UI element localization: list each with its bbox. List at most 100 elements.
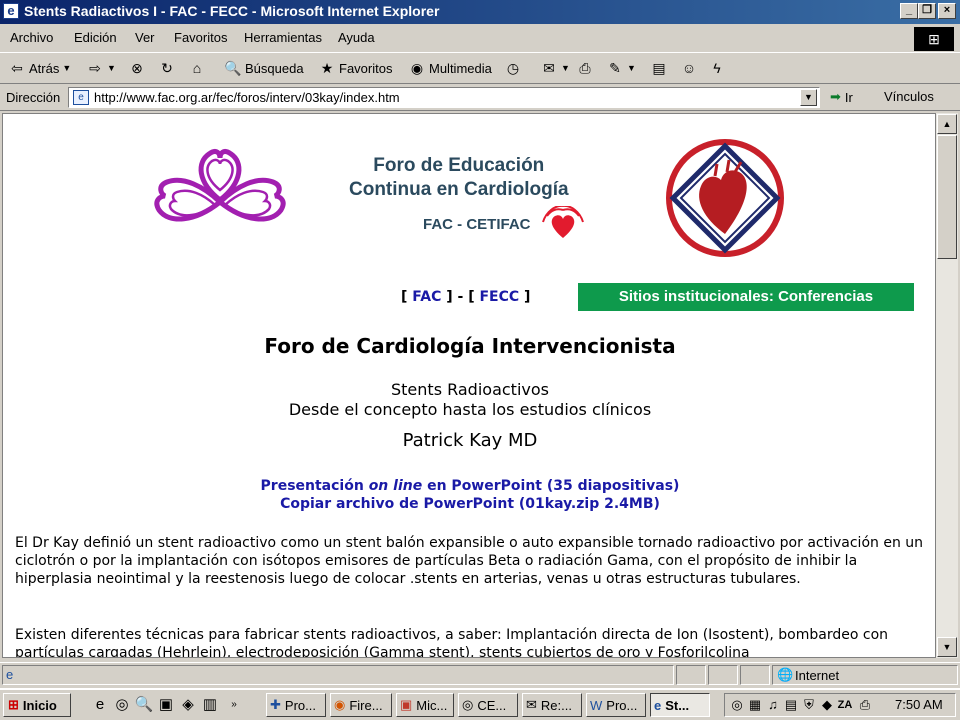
back-label: Atrás — [29, 60, 60, 76]
multimedia-icon: ◉ — [410, 60, 424, 76]
address-dropdown-button[interactable]: ▼ — [800, 89, 817, 106]
links-button[interactable]: Vínculos — [884, 89, 934, 104]
go-button[interactable]: ➡ Ir — [830, 89, 853, 105]
scroll-down-button[interactable]: ▼ — [937, 637, 957, 657]
start-button[interactable]: ⊞ Inicio — [3, 693, 71, 717]
institutional-sites-button[interactable]: Sitios institucionales: Conferencias — [578, 283, 914, 311]
task-button-3[interactable]: ▣ Mic... — [396, 693, 454, 717]
task-label-2: Fire... — [349, 697, 383, 713]
forum-line-1: Foro de Educación — [373, 155, 545, 176]
favorites-button[interactable]: ★ Favoritos — [318, 59, 393, 77]
window-titlebar[interactable]: e Stents Radiactivos I - FAC - FECC - Mi… — [0, 0, 960, 24]
search-quicklaunch-icon[interactable]: 🔍 — [134, 695, 154, 715]
task-button-5[interactable]: ✉ Re:... — [522, 693, 582, 717]
edit-button[interactable]: ✎ ▼ — [606, 59, 636, 77]
menu-ayuda[interactable]: Ayuda — [338, 30, 375, 45]
task-label-5: Re:... — [540, 697, 572, 713]
back-button[interactable]: ⇦ Atrás ▼ — [8, 59, 71, 77]
search-icon: 🔍 — [224, 60, 242, 76]
menu-favoritos[interactable]: Favoritos — [174, 30, 227, 45]
forward-button[interactable]: ⇨ ▼ — [86, 59, 116, 77]
go-arrow-icon: ➡ — [830, 89, 841, 104]
favorites-label: Favoritos — [339, 60, 393, 76]
antivirus-tray-icon[interactable]: ◆ — [819, 696, 835, 714]
address-label: Dirección — [6, 90, 61, 105]
ie-status-icon: e — [6, 667, 14, 682]
status-text-cell: e — [2, 665, 674, 685]
menu-ver[interactable]: Ver — [135, 30, 155, 45]
mail-button[interactable]: ✉ ▼ — [540, 59, 570, 77]
dropdown-arrow-icon: ▼ — [62, 63, 72, 73]
forum-title: Foro de Educación Continua en Cardiologí… — [349, 154, 569, 202]
task-button-1[interactable]: ✚ Pro... — [266, 693, 326, 717]
address-url: http://www.fac.org.ar/fec/foros/interv/0… — [94, 90, 400, 105]
minimize-button[interactable]: _ — [900, 3, 918, 19]
fac-link[interactable]: FAC — [412, 289, 441, 305]
outlook-quicklaunch-icon[interactable]: ◎ — [112, 695, 132, 715]
network-tray-icon[interactable]: ▦ — [747, 696, 763, 714]
dropdown-arrow-icon: ▼ — [627, 63, 636, 73]
bracket-separator: ] - [ — [446, 289, 475, 305]
history-button[interactable]: ◷ — [504, 59, 522, 77]
history-icon: ◷ — [506, 60, 520, 76]
close-button[interactable]: × — [938, 3, 956, 19]
printer-tray-icon[interactable]: ⎙ — [857, 696, 873, 714]
menu-bar: Archivo Edición Ver Favoritos Herramient… — [0, 26, 960, 50]
status-cell-progress — [676, 665, 706, 685]
task-button-6[interactable]: W Pro... — [586, 693, 646, 717]
task-label-6: Pro... — [606, 697, 638, 713]
address-input[interactable]: e http://www.fac.org.ar/fec/foros/interv… — [68, 87, 820, 108]
related-button[interactable]: ϟ — [708, 59, 726, 77]
windows-logo-icon: ⊞ — [914, 27, 954, 51]
globe-icon: 🌐 — [777, 667, 794, 682]
multimedia-button[interactable]: ◉ Multimedia — [408, 59, 492, 77]
home-button[interactable]: ⌂ — [188, 59, 206, 77]
subtitle-1: Stents Radioactivos — [391, 380, 549, 399]
search-button[interactable]: 🔍 Búsqueda — [224, 59, 304, 77]
task-button-2[interactable]: ◉ Fire... — [330, 693, 392, 717]
search-label: Búsqueda — [245, 60, 304, 76]
status-cell-blank — [740, 665, 770, 685]
volume-tray-icon[interactable]: ♫ — [765, 696, 781, 714]
desktop-quicklaunch-icon[interactable]: ▣ — [156, 695, 176, 715]
menu-archivo[interactable]: Archivo — [10, 30, 53, 45]
discuss-button[interactable]: ▤ — [650, 59, 668, 77]
app-tray-icon[interactable]: ▤ — [783, 696, 799, 714]
print-button[interactable]: ⎙ — [576, 59, 594, 77]
app-quicklaunch-icon[interactable]: ◈ — [178, 695, 198, 715]
more-quicklaunch-icon[interactable]: » — [224, 695, 244, 715]
scroll-thumb[interactable] — [937, 135, 957, 259]
heart-signal-icon — [542, 206, 584, 238]
ie-task-icon: e — [654, 697, 662, 713]
shield-tray-icon[interactable]: ⛨ — [801, 696, 817, 714]
task-button-4[interactable]: ◎ CE... — [458, 693, 518, 717]
messenger-icon: ☺ — [681, 60, 697, 76]
fecc-link[interactable]: FECC — [479, 289, 519, 305]
address-bar: Dirección e http://www.fac.org.ar/fec/fo… — [0, 85, 960, 111]
task-label-1: Pro... — [284, 697, 316, 713]
task-button-active[interactable]: e St... — [650, 693, 710, 717]
mail-message-icon: ✉ — [526, 697, 537, 712]
scroll-up-button[interactable]: ▲ — [937, 114, 957, 134]
maximize-button[interactable]: ❐ — [918, 3, 936, 19]
copy-powerpoint-link[interactable]: Copiar archivo de PowerPoint (01kay.zip … — [3, 496, 935, 512]
go-label: Ir — [844, 89, 853, 105]
dropdown-arrow-icon: ▼ — [107, 63, 116, 73]
app2-quicklaunch-icon[interactable]: ▥ — [200, 695, 220, 715]
menu-herramientas[interactable]: Herramientas — [244, 30, 322, 45]
mail-icon: ✉ — [543, 60, 555, 76]
messenger-button[interactable]: ☺ — [680, 59, 698, 77]
ie-quicklaunch-icon[interactable]: e — [90, 695, 110, 715]
zonealarm-tray-icon[interactable]: ZA — [837, 696, 853, 714]
firefox-icon: ◉ — [334, 697, 346, 712]
refresh-button[interactable]: ↻ — [158, 59, 176, 77]
multimedia-label: Multimedia — [429, 60, 492, 76]
menu-edicion[interactable]: Edición — [74, 30, 117, 45]
cd-tray-icon[interactable]: ◎ — [729, 696, 745, 714]
word-doc-icon: W — [590, 697, 603, 713]
vertical-scrollbar[interactable]: ▲ ▼ — [936, 113, 958, 658]
refresh-icon: ↻ — [161, 60, 173, 76]
task-label-3: Mic... — [416, 697, 448, 713]
stop-button[interactable]: ⊗ — [128, 59, 146, 77]
presentation-link[interactable]: Presentación on line en PowerPoint (35 d… — [3, 478, 935, 494]
